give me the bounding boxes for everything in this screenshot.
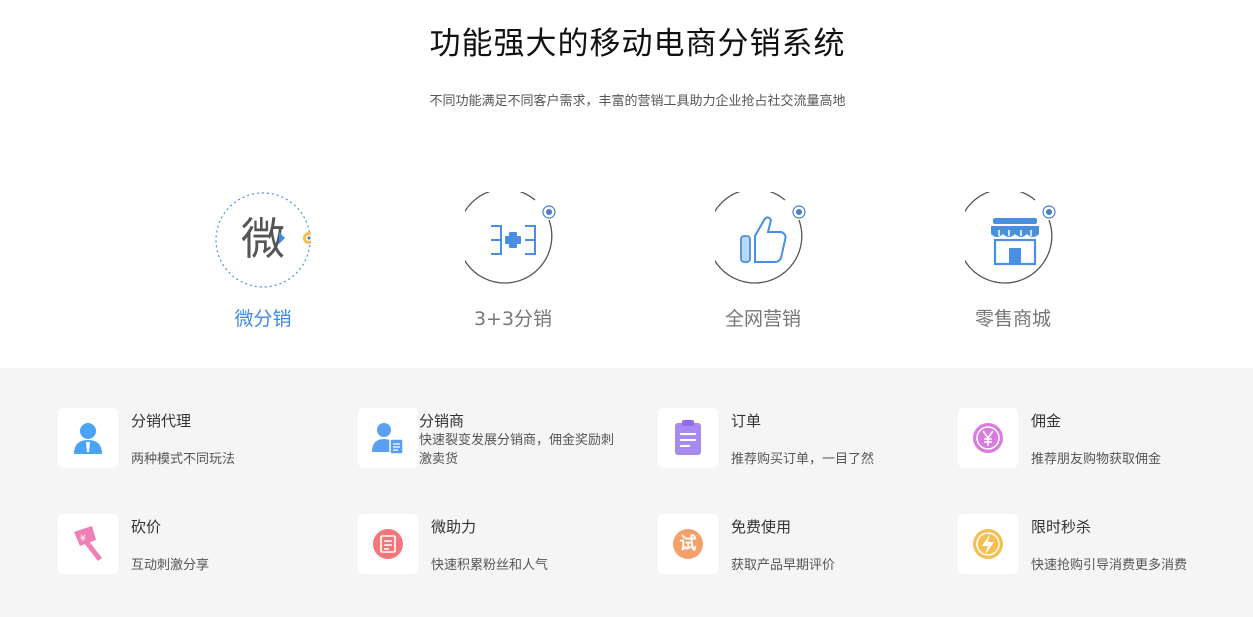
card-desc: 快速裂变发展分销商，佣金奖励刺激卖货 <box>419 433 615 467</box>
card-title: 限时秒杀 <box>1031 518 1092 536</box>
page-subtitle: 不同功能满足不同客户需求，丰富的营销工具助力企业抢占社交流量高地 <box>429 94 846 109</box>
person-card-icon <box>358 408 418 468</box>
wei-character-icon: 微 <box>215 192 311 288</box>
clipboard-icon <box>658 408 718 468</box>
card-title: 分销商 <box>419 412 465 430</box>
three-plus-three-icon <box>465 192 561 288</box>
feature-wei-distribution[interactable]: 微 微分销 <box>183 188 343 338</box>
feature-three-plus-three[interactable]: 3+3分销 <box>433 188 593 338</box>
card-title: 微助力 <box>431 518 477 536</box>
book-icon <box>358 514 418 574</box>
card-orders[interactable]: 订单 推荐购买订单，一目了然 <box>658 408 938 478</box>
card-title: 砍价 <box>131 518 162 536</box>
yen-coin-icon <box>958 408 1018 468</box>
person-icon <box>58 408 118 468</box>
card-distributor[interactable]: 分销商 快速裂变发展分销商，佣金奖励刺激卖货 <box>358 408 638 478</box>
trial-icon: 试 <box>658 514 718 574</box>
feature-retail-mall[interactable]: 零售商城 <box>933 188 1093 338</box>
card-title: 订单 <box>731 412 762 430</box>
card-free-trial[interactable]: 试 免费使用 获取产品早期评价 <box>658 514 938 584</box>
feature-label: 微分销 <box>234 308 292 330</box>
feature-label: 零售商城 <box>974 308 1051 330</box>
card-desc: 快速积累粉丝和人气 <box>431 558 549 573</box>
card-title: 免费使用 <box>731 518 792 536</box>
card-commission[interactable]: 佣金 推荐朋友购物获取佣金 <box>958 408 1238 478</box>
card-distribution-agent[interactable]: 分销代理 两种模式不同玩法 <box>58 408 338 478</box>
card-desc: 推荐购买订单，一目了然 <box>731 452 875 467</box>
trial-glyph: 试 <box>679 534 697 554</box>
svg-text:¥: ¥ <box>80 534 86 544</box>
card-micro-boost[interactable]: 微助力 快速积累粉丝和人气 <box>358 514 638 584</box>
card-desc: 互动刺激分享 <box>131 558 210 573</box>
page-title: 功能强大的移动电商分销系统 <box>429 26 846 62</box>
feature-label: 全网营销 <box>724 308 801 330</box>
axe-icon: ¥ <box>58 514 118 574</box>
card-title: 分销代理 <box>131 412 192 430</box>
feature-network-marketing[interactable]: 全网营销 <box>683 188 843 338</box>
feature-label: 3+3分销 <box>473 308 553 330</box>
card-desc: 获取产品早期评价 <box>731 558 836 573</box>
lightning-icon <box>958 514 1018 574</box>
card-flash-sale[interactable]: 限时秒杀 快速抢购引导消费更多消费 <box>958 514 1238 584</box>
storefront-icon <box>965 192 1061 288</box>
thumbs-up-icon <box>715 192 811 288</box>
card-bargain[interactable]: ¥ 砍价 互动刺激分享 <box>58 514 338 584</box>
card-desc: 推荐朋友购物获取佣金 <box>1031 452 1162 467</box>
card-desc: 两种模式不同玩法 <box>131 452 236 467</box>
tools-panel: 分销代理 两种模式不同玩法 分销商 快速裂变发展分销商，佣金奖励刺激卖货 订单 … <box>0 368 1253 617</box>
card-desc: 快速抢购引导消费更多消费 <box>1031 558 1188 573</box>
card-title: 佣金 <box>1031 412 1062 430</box>
